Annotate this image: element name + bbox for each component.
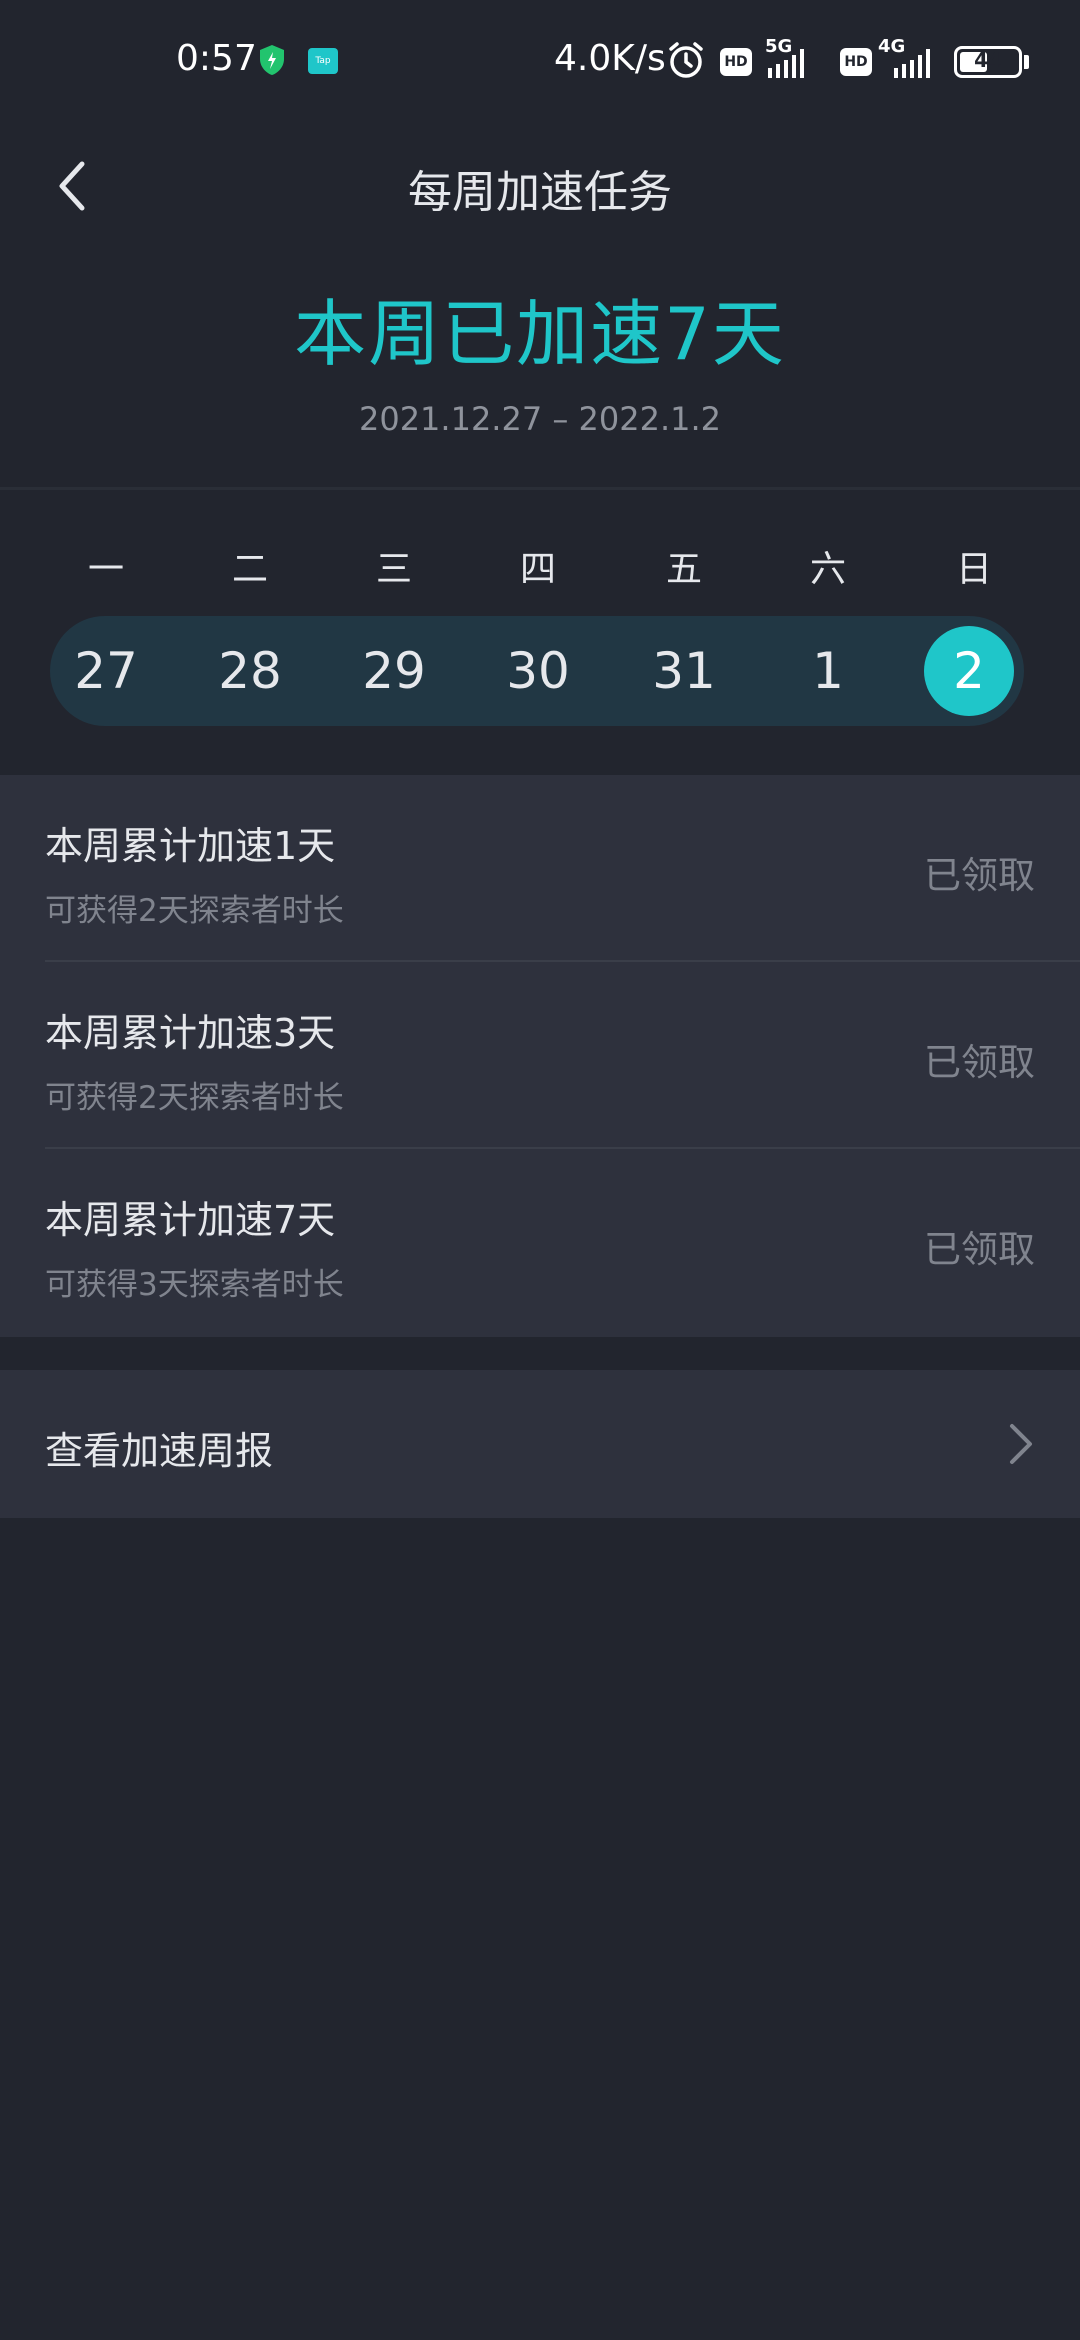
task-reward: 可获得2天探索者时长 <box>45 1080 344 1116</box>
battery-icon: 44 <box>954 46 1022 78</box>
task-reward: 可获得3天探索者时长 <box>45 1267 344 1303</box>
day-date: 27 <box>74 642 138 700</box>
hd-badge: HD <box>840 48 872 76</box>
signal-icon <box>894 49 930 78</box>
weekday-header: 一 二 三 四 五 六 日 <box>50 540 1030 590</box>
task-list: 本周累计加速1天 可获得2天探索者时长 已领取 本周累计加速3天 可获得2天探索… <box>0 775 1080 1337</box>
signal-icon <box>768 49 804 78</box>
task-claimed-status: 已领取 <box>924 1228 1035 1271</box>
weekday-label: 六 <box>809 549 846 590</box>
battery-percent: 44 <box>974 48 1002 72</box>
weekday-label: 日 <box>955 549 992 590</box>
page-title: 每周加速任务 <box>408 167 672 218</box>
task-row: 本周累计加速7天 可获得3天探索者时长 已领取 <box>0 1149 1080 1336</box>
network-speed: 4.0K/s <box>554 38 666 79</box>
task-reward: 可获得2天探索者时长 <box>45 893 344 929</box>
day-date-today: 2 <box>924 626 1014 716</box>
alarm-icon <box>669 42 703 78</box>
week-date-range: 2021.12.27 – 2022.1.2 <box>358 400 722 438</box>
day-date: 29 <box>362 642 426 700</box>
weekday-label: 二 <box>231 549 268 590</box>
section-divider <box>0 487 1080 490</box>
weekday-label: 五 <box>665 549 702 590</box>
week-date-strip: 27 28 29 30 31 1 2 <box>50 616 1024 726</box>
shield-icon <box>260 45 284 75</box>
task-title: 本周累计加速7天 <box>45 1198 336 1242</box>
task-title: 本周累计加速1天 <box>45 824 336 868</box>
day-date: 31 <box>652 642 716 700</box>
status-time: 0:57 <box>176 38 257 79</box>
day-date: 30 <box>506 642 570 700</box>
battery-tip <box>1024 55 1029 69</box>
weekday-label: 三 <box>375 549 412 590</box>
task-title: 本周累计加速3天 <box>45 1011 336 1055</box>
weekday-label: 一 <box>87 549 124 590</box>
weekday-label: 四 <box>519 549 556 590</box>
task-row: 本周累计加速1天 可获得2天探索者时长 已领取 <box>0 775 1080 962</box>
weekly-report-label: 查看加速周报 <box>45 1429 274 1473</box>
task-row: 本周累计加速3天 可获得2天探索者时长 已领取 <box>0 962 1080 1149</box>
tap-app-icon: Tap <box>308 48 338 74</box>
hd-badge: HD <box>720 48 752 76</box>
weekly-summary-headline: 本周已加速7天 <box>294 292 786 376</box>
weekly-report-link[interactable]: 查看加速周报 <box>0 1370 1080 1518</box>
day-date: 1 <box>812 642 844 700</box>
chevron-right-icon <box>1010 1424 1032 1464</box>
task-claimed-status: 已领取 <box>924 854 1035 897</box>
status-bar: 0:57 Tap 4.0K/s HD 5G HD 4G 44 <box>0 0 1080 125</box>
day-date: 28 <box>218 642 282 700</box>
task-claimed-status: 已领取 <box>924 1041 1035 1084</box>
